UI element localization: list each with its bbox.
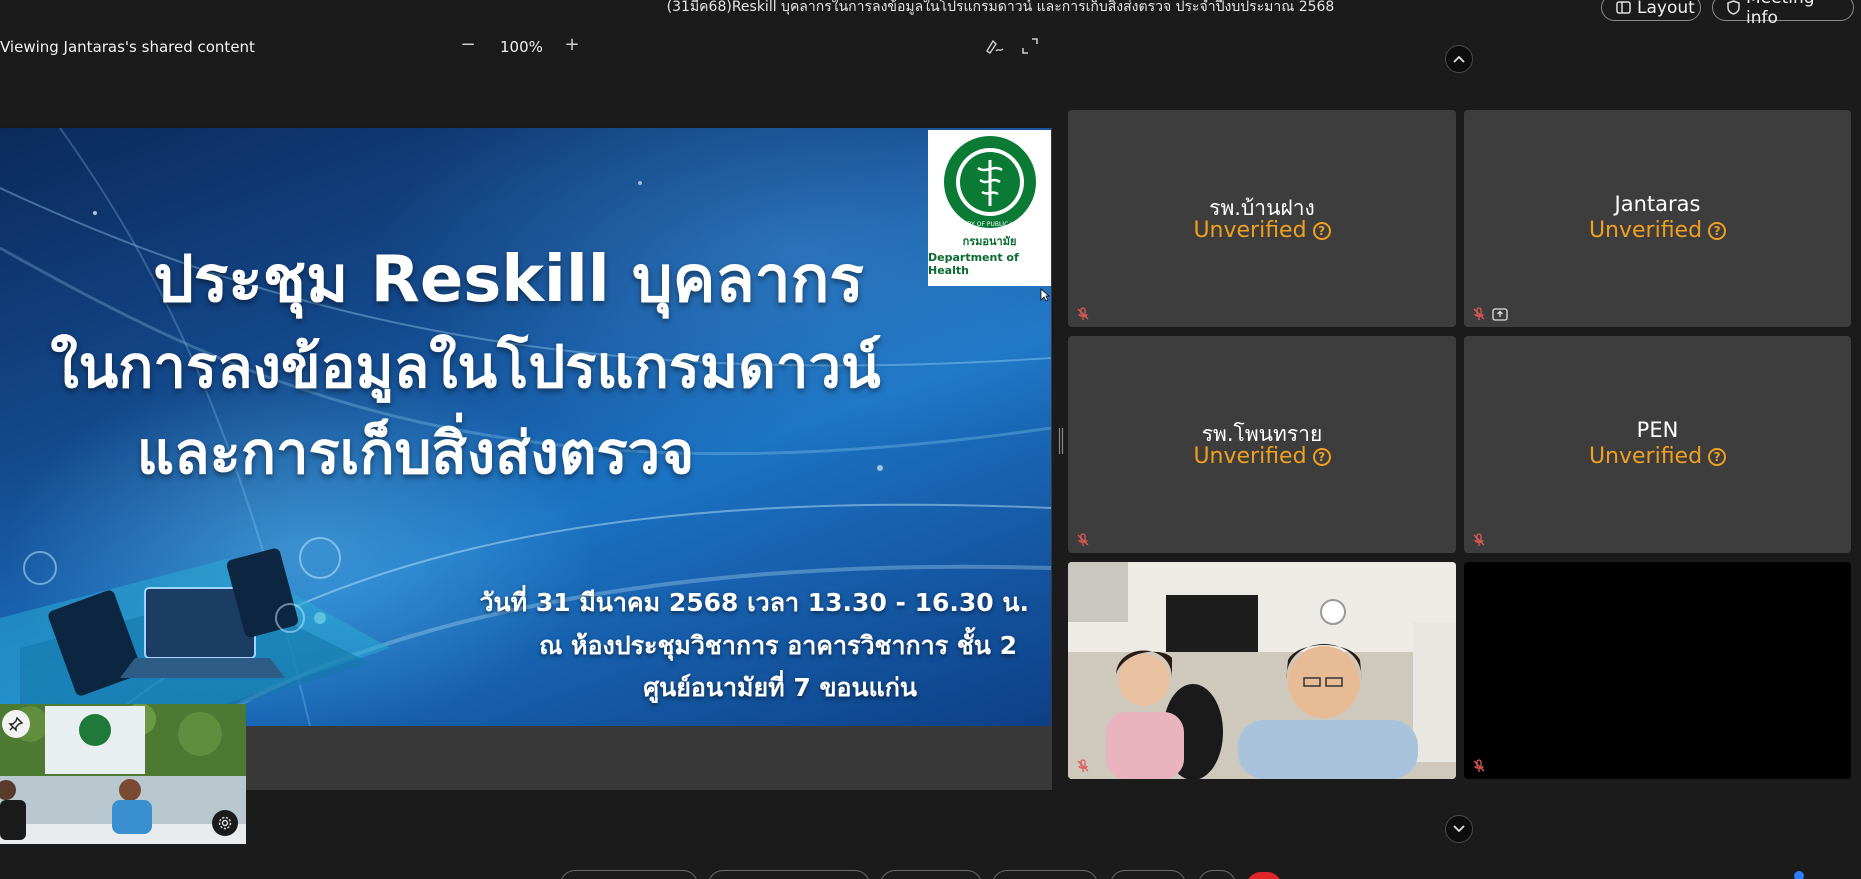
mic-muted-icon — [1077, 759, 1089, 772]
participant-name: PEN — [1636, 418, 1679, 442]
layout-button[interactable]: Layout — [1601, 0, 1701, 21]
layout-icon — [1616, 1, 1631, 14]
end-call-button[interactable] — [1246, 872, 1282, 879]
mic-muted-icon — [1077, 533, 1089, 546]
meeting-info-label: Meeting info — [1746, 0, 1815, 28]
slide-heading-line-1: ประชุม Reskill บุคลากร — [153, 243, 864, 317]
participant-status: Unverified ? — [1068, 218, 1456, 243]
toolbar-record-button[interactable] — [992, 870, 1098, 879]
pen-icon — [986, 39, 1004, 54]
participant-name: Jantaras — [1614, 192, 1701, 216]
unverified-label: Unverified — [1193, 218, 1307, 243]
logo-thai-name: กรมอนามัย — [962, 235, 1017, 248]
participant-tile[interactable]: Jantaras Unverified ? — [1464, 110, 1851, 327]
drag-handle-icon — [1058, 428, 1064, 454]
meeting-title: (31มีค68)Reskill บุคลากรในการลงข้อมูลในโ… — [666, 0, 1335, 15]
toolbar-reactions-button[interactable] — [1110, 870, 1186, 879]
gear-icon — [218, 816, 232, 830]
mic-muted-icon — [1077, 307, 1089, 320]
department-of-health-logo: MINISTRY OF PUBLIC HEALTH กรมอนามัย Depa… — [928, 130, 1051, 286]
collapse-up-button[interactable] — [1445, 45, 1473, 73]
participant-tile[interactable]: รพ.โพนทราย Unverified ? — [1068, 336, 1456, 553]
help-icon[interactable]: ? — [1708, 221, 1727, 240]
fullscreen-button[interactable] — [1021, 37, 1039, 55]
expand-icon — [1022, 38, 1038, 54]
layout-label: Layout — [1637, 0, 1695, 18]
participant-status: Unverified ? — [1464, 444, 1851, 469]
chevron-up-icon — [1453, 55, 1465, 63]
meeting-info-button[interactable]: Meeting info — [1712, 0, 1854, 28]
unverified-label: Unverified — [1193, 444, 1307, 469]
participant-status: Unverified ? — [1068, 444, 1456, 469]
slide-heading-line-2: ในการลงข้อมูลในโปรแกรมดาวน์ — [50, 333, 881, 401]
zoom-out-button[interactable]: − — [458, 34, 478, 56]
self-view-feed — [0, 704, 246, 844]
ministry-seal-icon: MINISTRY OF PUBLIC HEALTH — [943, 136, 1036, 228]
mic-muted-icon — [1473, 307, 1485, 320]
slide-venue: ณ ห้องประชุมวิชาการ อาคารวิชาการ ชั้น 2 — [539, 631, 1017, 660]
participant-video-tile[interactable] — [1068, 562, 1456, 779]
self-view-settings-button[interactable] — [212, 810, 238, 836]
mouse-cursor-icon — [1040, 288, 1050, 302]
devices-graphic — [0, 537, 390, 726]
slide-heading-line-3: และการเก็บสิ่งส่งตรวจ — [136, 419, 695, 487]
panel-resize-handle[interactable] — [1058, 428, 1064, 454]
mic-muted-icon — [1473, 759, 1485, 772]
presentation-slide: ประชุม Reskill บุคลากร ในการลงข้อมูลในโป… — [0, 128, 1051, 726]
shield-icon — [1727, 0, 1740, 15]
participant-status: Unverified ? — [1464, 218, 1851, 243]
toolbar-video-button[interactable] — [708, 870, 870, 879]
participant-tile-video-off[interactable] — [1464, 562, 1851, 779]
participant-tile[interactable]: รพ.บ้านฝาง Unverified ? — [1068, 110, 1456, 327]
help-icon[interactable]: ? — [1708, 447, 1727, 466]
screen-share-icon — [1492, 308, 1508, 321]
unverified-label: Unverified — [1588, 218, 1703, 243]
slide-organizer: ศูนย์อนามัยที่ 7 ขอนแก่น — [643, 673, 917, 702]
zoom-in-button[interactable]: + — [562, 34, 582, 56]
annotate-button[interactable] — [985, 37, 1005, 55]
notification-dot — [1794, 871, 1804, 879]
pin-icon — [8, 716, 24, 732]
chevron-down-icon — [1453, 825, 1465, 833]
toolbar-more-button[interactable] — [1198, 870, 1236, 879]
share-status-label: Viewing Jantaras's shared content — [0, 38, 255, 56]
participant-video-feed — [1068, 562, 1456, 779]
svg-text:MINISTRY OF PUBLIC HEALTH: MINISTRY OF PUBLIC HEALTH — [946, 221, 1033, 228]
unverified-label: Unverified — [1588, 444, 1703, 469]
slide-date-time: วันที่ 31 มีนาคม 2568 เวลา 13.30 - 16.30… — [479, 588, 1029, 617]
help-icon[interactable]: ? — [1312, 447, 1331, 466]
expand-down-button[interactable] — [1445, 815, 1473, 843]
self-view-video[interactable] — [0, 704, 246, 844]
participant-tile[interactable]: PEN Unverified ? — [1464, 336, 1851, 553]
pin-self-view-button[interactable] — [2, 710, 30, 738]
logo-english-name: Department of Health — [928, 251, 1019, 277]
mic-muted-icon — [1473, 533, 1485, 546]
toolbar-share-button[interactable] — [880, 870, 982, 879]
help-icon[interactable]: ? — [1312, 221, 1331, 240]
meeting-window: (31มีค68)Reskill บุคลากรในการลงข้อมูลในโ… — [0, 0, 1861, 879]
zoom-level: 100% — [500, 38, 543, 56]
toolbar-mute-button[interactable] — [560, 870, 698, 879]
